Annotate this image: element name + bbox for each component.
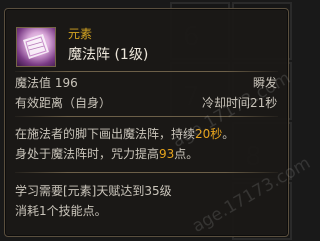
bonus-value: 93 bbox=[159, 147, 175, 161]
magic-circle-scroll-icon bbox=[16, 27, 56, 67]
description-text: 身处于魔法阵时，咒力提高 bbox=[15, 147, 160, 161]
divider bbox=[15, 172, 278, 173]
requirement-line-1: 学习需要[元素]天赋达到35级 bbox=[15, 184, 172, 198]
skill-category: 元素 bbox=[68, 27, 93, 41]
description-line-2: 身处于魔法阵时，咒力提高93点。 bbox=[15, 147, 198, 161]
divider bbox=[15, 71, 278, 72]
description-text: 。 bbox=[222, 127, 235, 141]
requirement-line-2: 消耗1个技能点。 bbox=[15, 204, 107, 218]
skill-name: 魔法阵 (1级) bbox=[68, 47, 149, 63]
skill-range: 有效距离（自身） bbox=[15, 96, 112, 110]
mana-cost: 魔法值 196 bbox=[15, 76, 78, 90]
